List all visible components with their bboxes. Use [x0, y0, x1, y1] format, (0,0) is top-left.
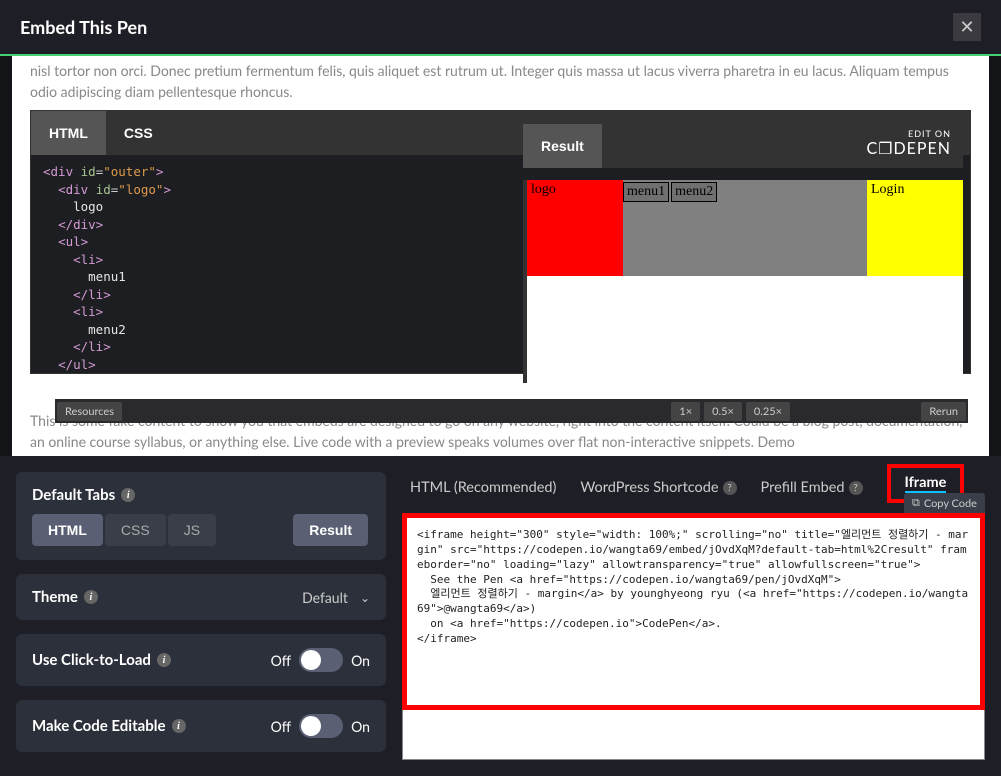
default-tabs-panel: Default Tabs i HTML CSS JS Result	[16, 472, 386, 560]
rerun-button[interactable]: Rerun	[921, 402, 966, 421]
default-tabs-group: HTML CSS JS Result	[32, 514, 370, 546]
code-output[interactable]: <iframe height="300" style="width: 100%;…	[407, 518, 980, 705]
scale-05x[interactable]: 0.5×	[704, 402, 742, 421]
edit-on-label: EDIT ON	[866, 128, 951, 139]
theme-text: Theme	[32, 588, 78, 606]
copy-label: Copy Code	[924, 497, 977, 510]
default-tabs-text: Default Tabs	[32, 486, 115, 504]
output-tab-html[interactable]: HTML (Recommended)	[410, 475, 556, 500]
info-icon[interactable]: i	[121, 488, 135, 502]
default-tabs-label: Default Tabs i	[32, 486, 370, 504]
embed-tab-result[interactable]: Result	[523, 124, 602, 168]
scale-1x[interactable]: 1×	[671, 402, 700, 421]
result-menu2: menu2	[671, 182, 717, 202]
clicktoload-panel: Use Click-to-Load i Off On	[16, 634, 386, 686]
modal-header: Embed This Pen ✕	[0, 0, 1001, 56]
settings-right: HTML (Recommended) WordPress Shortcode ?…	[402, 472, 985, 760]
embed-footer: Resources 1× 0.5× 0.25× Rerun	[55, 399, 968, 423]
editable-label: Make Code Editable i	[32, 717, 186, 735]
codepen-logo: C❐DEPEN	[866, 139, 951, 158]
copy-code-button[interactable]: ⧉ Copy Code	[904, 493, 985, 513]
result-menu1: menu1	[623, 182, 669, 202]
embed-tab-css[interactable]: CSS	[106, 111, 171, 155]
preview-area: nisl tortor non orci. Donec pretium ferm…	[12, 56, 989, 456]
clicktoload-text: Use Click-to-Load	[32, 651, 151, 669]
preview-top-text: nisl tortor non orci. Donec pretium ferm…	[12, 56, 989, 110]
on-label: On	[351, 652, 370, 669]
editable-text: Make Code Editable	[32, 717, 166, 735]
copy-icon: ⧉	[912, 496, 920, 510]
help-icon[interactable]: ?	[849, 481, 863, 495]
theme-label: Theme i	[32, 588, 98, 606]
off-label: Off	[271, 718, 291, 735]
editable-panel: Make Code Editable i Off On	[16, 700, 386, 752]
result-tabbar: Result EDIT ON C❐DEPEN	[523, 124, 963, 168]
result-menu-box: menu1 menu2	[623, 180, 867, 276]
prefill-label: Prefill Embed	[761, 479, 845, 496]
editable-toggle-wrap: Off On	[271, 714, 370, 738]
output-tab-prefill[interactable]: Prefill Embed ?	[761, 475, 863, 500]
editable-toggle[interactable]	[299, 714, 343, 738]
theme-panel[interactable]: Theme i Default ⌄	[16, 574, 386, 620]
output-tabs: HTML (Recommended) WordPress Shortcode ?…	[402, 472, 985, 513]
close-button[interactable]: ✕	[953, 13, 981, 41]
default-tab-css[interactable]: CSS	[105, 514, 166, 546]
chevron-down-icon: ⌄	[360, 590, 370, 605]
modal-title: Embed This Pen	[20, 16, 147, 38]
info-icon[interactable]: i	[157, 653, 171, 667]
result-login-box: Login	[867, 180, 963, 276]
code-output-highlighted: <iframe height="300" style="width: 100%;…	[402, 513, 985, 710]
on-label: On	[351, 718, 370, 735]
scale-025x[interactable]: 0.25×	[746, 402, 790, 421]
resources-button[interactable]: Resources	[57, 402, 122, 421]
help-icon[interactable]: ?	[723, 481, 737, 495]
off-label: Off	[271, 652, 291, 669]
theme-value[interactable]: Default ⌄	[302, 589, 370, 606]
iframe-label: Iframe	[905, 474, 947, 493]
info-icon[interactable]: i	[84, 590, 98, 604]
embed-tab-html[interactable]: HTML	[31, 111, 106, 155]
theme-value-text: Default	[302, 589, 348, 606]
info-icon[interactable]: i	[172, 719, 186, 733]
result-pane: logo menu1 menu2 Login	[523, 180, 963, 383]
result-logo-box: logo	[527, 180, 623, 276]
settings-left: Default Tabs i HTML CSS JS Result Theme …	[16, 472, 386, 760]
settings-area: Default Tabs i HTML CSS JS Result Theme …	[0, 456, 1001, 776]
output-textarea-extra[interactable]	[402, 710, 985, 760]
default-tab-result[interactable]: Result	[293, 514, 368, 546]
default-tab-js[interactable]: JS	[168, 514, 216, 546]
clicktoload-label: Use Click-to-Load i	[32, 651, 171, 669]
edit-on-codepen[interactable]: EDIT ON C❐DEPEN	[866, 124, 963, 168]
clicktoload-toggle-wrap: Off On	[271, 648, 370, 672]
output-tab-wordpress[interactable]: WordPress Shortcode ?	[580, 475, 736, 500]
clicktoload-toggle[interactable]	[299, 648, 343, 672]
default-tab-html[interactable]: HTML	[32, 514, 103, 546]
wp-label: WordPress Shortcode	[580, 479, 718, 496]
